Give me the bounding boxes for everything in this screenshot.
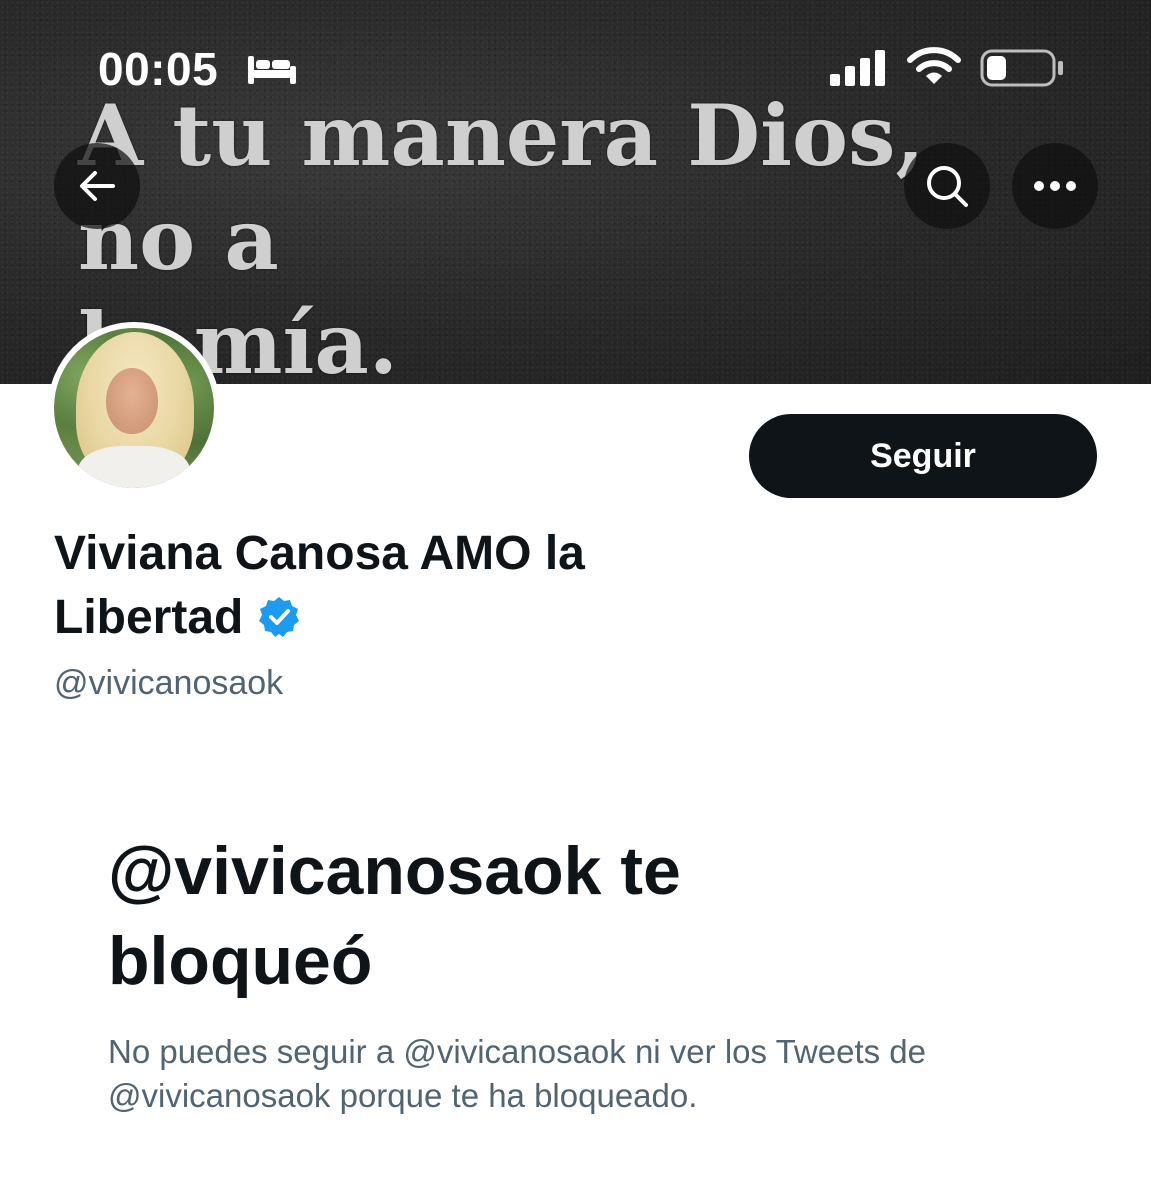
display-name-line2: Libertad: [54, 591, 244, 644]
banner-quote-line1: A tu manera Dios, no a: [78, 86, 925, 289]
profile-handle: @vivicanosaok: [54, 664, 284, 702]
bed-icon: [248, 56, 296, 84]
arrow-left-icon: [80, 171, 115, 201]
display-name: Viviana Canosa AMO la Libertad: [54, 522, 754, 650]
display-name-line1: Viviana Canosa AMO la: [54, 527, 585, 580]
blocked-desc-line2: @vivicanosaok porque te ha bloqueado.: [108, 1077, 698, 1114]
avatar[interactable]: [48, 322, 220, 494]
wifi-icon: [907, 47, 961, 84]
more-icon: [1034, 181, 1076, 191]
search-icon: [927, 166, 968, 207]
blocked-title-line1: @vivicanosaok te: [108, 833, 681, 909]
battery-icon: [980, 49, 1063, 87]
status-bar: 00:05: [0, 40, 1151, 100]
status-time: 00:05: [98, 43, 219, 95]
more-button[interactable]: [1012, 143, 1098, 229]
blocked-title: @vivicanosaok te bloqueó: [108, 826, 1008, 1006]
blocked-desc-line1: No puedes seguir a @vivicanosaok ni ver …: [108, 1033, 926, 1070]
verified-badge-icon: [259, 597, 300, 637]
signal-icon: [830, 50, 885, 86]
avatar-photo: [54, 328, 214, 488]
follow-button[interactable]: Seguir: [749, 414, 1097, 498]
blocked-title-line2: bloqueó: [108, 923, 373, 999]
banner-quote: A tu manera Dios, no a la mía.: [78, 84, 1038, 384]
search-button[interactable]: [904, 143, 990, 229]
blocked-description: No puedes seguir a @vivicanosaok ni ver …: [108, 1030, 1068, 1118]
back-button[interactable]: [54, 143, 140, 229]
